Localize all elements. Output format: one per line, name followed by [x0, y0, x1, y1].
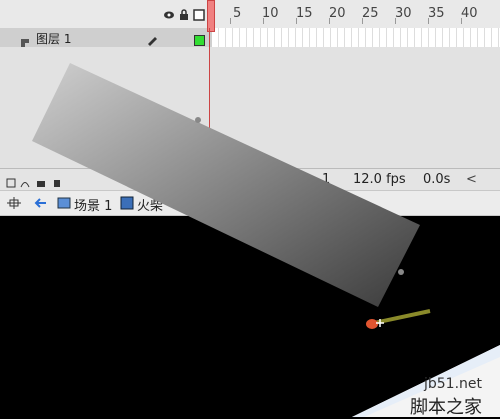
- gradient-rectangle: [32, 63, 420, 307]
- match-object[interactable]: [360, 305, 440, 337]
- watermark-site: jb51.net: [424, 376, 483, 392]
- watermark-name: 脚本之家: [410, 397, 482, 418]
